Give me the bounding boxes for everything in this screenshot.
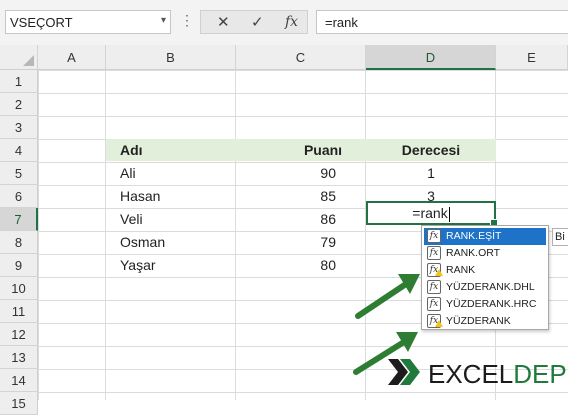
logo-x-icon: [388, 359, 420, 385]
arrow-icon: [355, 274, 420, 319]
logo-text: EXCELDEPO: [428, 359, 568, 390]
logo-text-excel: EXCEL: [428, 359, 514, 389]
logo-text-depo: DEPO: [513, 359, 568, 389]
annotation-arrows: [353, 274, 420, 375]
exceldepo-logo: EXCELDEPO: [386, 355, 568, 391]
